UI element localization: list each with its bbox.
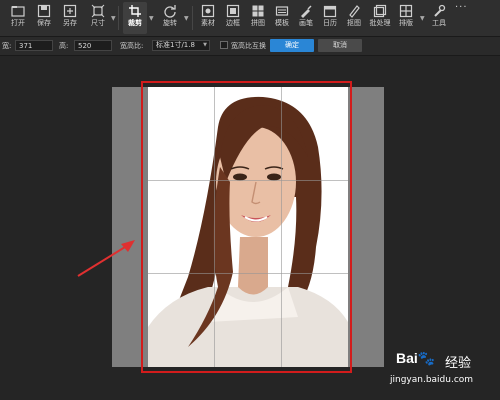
aspect-ratio-label: 宽高比: [120, 42, 144, 50]
main-toolbar: 打开 保存 另存 尺寸 ▼ 裁剪 ▼ 旋转 ▼ 素材 边框 拼图 模板 画笔 日… [0, 0, 500, 37]
width-input[interactable]: 371 [15, 40, 53, 51]
brush-icon [301, 5, 312, 18]
size-button[interactable]: 尺寸 [86, 2, 110, 34]
chevron-down-icon: ▼ [203, 42, 207, 48]
template-button[interactable]: 模板 [270, 2, 294, 34]
collage-icon [252, 5, 264, 17]
tools-label: 工具 [432, 19, 446, 27]
paw-icon: 🐾 [417, 350, 436, 366]
save-as-button[interactable]: 另存 [58, 2, 82, 34]
save-as-icon [63, 4, 77, 18]
brush-label: 画笔 [299, 19, 313, 27]
toolbar-separator [192, 6, 193, 30]
batch-label: 批处理 [369, 19, 391, 27]
layout-button[interactable]: 排版 [394, 2, 418, 34]
crop-options-bar: 宽: 371 高: 520 宽高比: 标准1寸/1.8 ▼ 宽高比互换 确定 取… [0, 37, 500, 56]
height-input[interactable]: 520 [74, 40, 112, 51]
cutout-button[interactable]: 抠图 [342, 2, 366, 34]
material-icon [201, 4, 215, 18]
save-icon [37, 4, 51, 18]
baidu-watermark: Bai🐾 经验 jingyan.baidu.com [390, 346, 500, 400]
material-label: 素材 [201, 19, 215, 27]
tools-button[interactable]: 工具 [427, 2, 451, 34]
width-label: 宽: [2, 42, 12, 50]
height-label: 高: [59, 42, 69, 50]
watermark-text: 经验 [445, 356, 472, 371]
layout-dropdown-caret[interactable]: ▼ [420, 15, 425, 22]
layout-label: 排版 [399, 19, 413, 27]
rotate-dropdown-caret[interactable]: ▼ [184, 15, 189, 22]
template-label: 模板 [275, 19, 289, 27]
save-as-label: 另存 [63, 19, 77, 27]
crop-label: 裁剪 [128, 19, 142, 27]
cancel-button[interactable]: 取消 [318, 39, 362, 52]
template-icon [275, 6, 289, 16]
folder-icon [11, 6, 25, 17]
aspect-ratio-value: 标准1寸/1.8 [156, 41, 195, 49]
collage-button[interactable]: 拼图 [246, 2, 270, 34]
cutout-label: 抠图 [347, 19, 361, 27]
size-label: 尺寸 [91, 19, 105, 27]
watermark-url: jingyan.baidu.com [390, 375, 474, 385]
swap-ratio-label: 宽高比互换 [231, 42, 266, 50]
rotate-label: 旋转 [163, 19, 177, 27]
annotation-arrow [77, 240, 135, 277]
collage-label: 拼图 [251, 19, 265, 27]
border-label: 边框 [226, 19, 240, 27]
border-button[interactable]: 边框 [221, 2, 245, 34]
toolbar-separator [118, 6, 119, 30]
rotate-button[interactable]: 旋转 [158, 2, 182, 34]
aspect-ratio-select[interactable]: 标准1寸/1.8 ▼ [152, 40, 210, 51]
calendar-icon [323, 5, 337, 18]
brush-button[interactable]: 画笔 [294, 2, 318, 34]
calendar-button[interactable]: 日历 [318, 2, 342, 34]
save-label: 保存 [37, 19, 51, 27]
size-dropdown-caret[interactable]: ▼ [111, 15, 116, 22]
crop-selection-frame[interactable] [141, 81, 352, 373]
batch-icon [373, 4, 387, 18]
material-button[interactable]: 素材 [196, 2, 220, 34]
layout-icon [399, 4, 413, 18]
confirm-button[interactable]: 确定 [270, 39, 314, 52]
swap-ratio-checkbox[interactable] [220, 41, 228, 49]
crop-icon [129, 5, 141, 17]
crop-dropdown-caret[interactable]: ▼ [149, 15, 154, 22]
batch-button[interactable]: 批处理 [368, 2, 392, 34]
pen-icon [349, 5, 360, 18]
resize-icon [91, 4, 105, 18]
baidu-logo: Bai🐾 [396, 350, 435, 367]
wrench-icon [434, 4, 446, 17]
open-label: 打开 [11, 19, 25, 27]
baidu-logo-text: Bai [396, 350, 418, 366]
more-menu-button[interactable]: ··· [455, 2, 468, 13]
crop-button[interactable]: 裁剪 [123, 2, 147, 34]
calendar-label: 日历 [323, 19, 337, 27]
save-button[interactable]: 保存 [32, 2, 56, 34]
border-icon [226, 4, 240, 18]
open-button[interactable]: 打开 [6, 2, 30, 34]
rotate-icon [164, 5, 176, 18]
